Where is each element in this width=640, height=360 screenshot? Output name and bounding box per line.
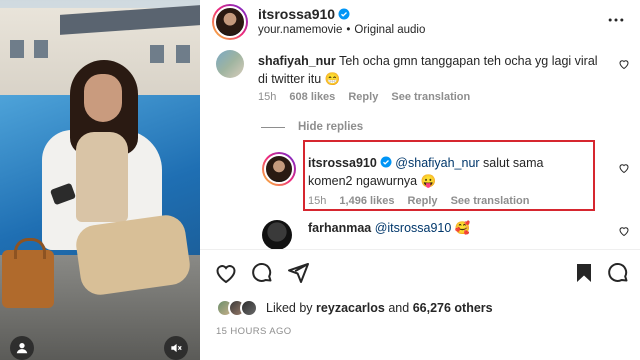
media-bag [2,238,54,308]
liked-by-user[interactable]: reyzacarlos [316,301,385,315]
comment-icon[interactable] [250,261,274,285]
media-window [34,40,48,58]
comment-emoji: 😁 [324,72,341,86]
audio-separator: • [346,24,351,36]
reply2-text: farhanmaa @itsrossa910 🥰 [308,221,470,236]
comment-like-heart-icon[interactable] [618,58,630,70]
verified-badge-icon [338,8,350,20]
comments-panel: itsrossa910 your.namemovie • Original audi… [200,0,640,360]
comment-avatar[interactable] [216,50,244,78]
reply2-mention[interactable]: @itsrossa910 [375,221,452,235]
comment-time: 15h [258,91,277,103]
reply-reply-button[interactable]: Reply [408,195,438,207]
liked-by-text: Liked by reyzacarlos and 66,276 others [266,301,493,315]
more-options-icon[interactable] [606,10,626,30]
mute-button[interactable] [164,336,188,360]
user-tag-icon [16,343,28,354]
reply2-username[interactable]: farhanmaa [308,221,371,235]
heart-icon[interactable] [214,261,238,285]
reply-likes[interactable]: 1,496 likes [339,195,394,207]
author-avatar[interactable] [212,4,248,40]
liked-by-prefix: Liked by [266,301,313,315]
author-username[interactable]: itsrossa910 [258,6,335,22]
reply-emoji: 😛 [420,174,437,188]
reply-avatar[interactable] [262,152,296,186]
reply-meta: 15h 1,496 likes Reply See translation [308,195,539,207]
post-header: itsrossa910 your.namemovie • Original audi… [200,0,640,44]
comment-likes[interactable]: 608 likes [289,91,335,103]
muted-speaker-icon [171,343,182,353]
comment-meta: 15h 608 likes Reply See translation [258,91,480,103]
audio-account[interactable]: your.namemovie [258,24,342,36]
share-icon[interactable] [286,261,310,285]
reply-translate-button[interactable]: See translation [451,195,530,207]
comment-username[interactable]: shafiyah_nur [258,54,336,68]
post-timestamp[interactable]: 15 HOURS AGO [216,326,292,337]
user-tag-button[interactable] [10,336,34,360]
hide-replies-button[interactable]: Hide replies [298,121,363,133]
media-window [10,40,24,58]
post-media[interactable] [0,0,200,360]
liker-avatar[interactable] [240,299,258,317]
reply2-like-heart-icon[interactable] [618,225,630,237]
reply2-avatar[interactable] [262,220,292,250]
comment-text: shafiyah_nur Teh ocha gmn tanggapan teh … [258,52,608,88]
reply-text: itsrossa910 @shafiyah_nur salut sama kom… [308,154,578,190]
hide-replies-line [261,127,285,128]
liked-by: Liked by reyzacarlos and 66,276 others [216,298,493,318]
reply2-emoji: 🥰 [454,221,471,235]
bookmark-icon[interactable] [572,261,596,285]
reply-mention[interactable]: @shafiyah_nur [395,156,479,170]
reply-like-heart-icon[interactable] [618,162,630,174]
author-name-line: itsrossa910 [258,6,350,22]
audio-line: your.namemovie • Original audio [258,24,425,36]
verified-badge-icon [380,156,392,168]
reply-time: 15h [308,195,327,207]
liked-by-connector: and [388,301,410,315]
audio-title[interactable]: Original audio [354,24,425,36]
liked-by-others[interactable]: 66,276 others [413,301,493,315]
comment-reply-button[interactable]: Reply [348,91,378,103]
comment-icon[interactable] [606,261,630,285]
reply-username[interactable]: itsrossa910 [308,156,377,170]
action-bar [200,249,640,297]
media-window [176,45,190,63]
comment-translate-button[interactable]: See translation [391,91,470,103]
